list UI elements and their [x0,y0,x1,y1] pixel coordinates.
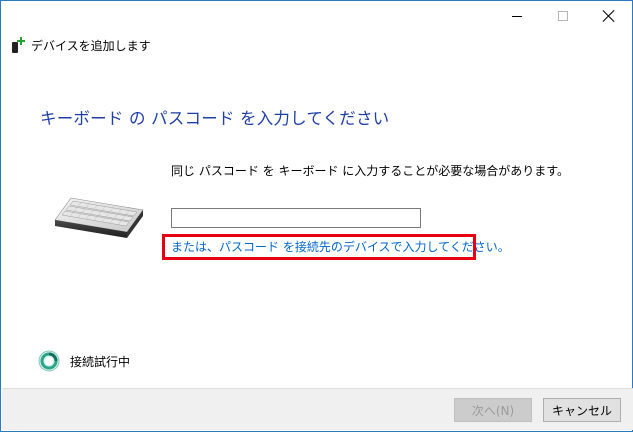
window-header: デバイスを追加します [11,36,151,54]
dialog-footer: 次へ(N) キャンセル [2,388,633,430]
close-button[interactable] [586,1,632,31]
connection-status: 接続試行中 [38,350,130,372]
page-heading: キーボード の パスコード を入力してください [40,109,390,128]
add-device-icon [11,36,25,54]
minimize-button[interactable] [494,1,540,31]
spinner-icon [38,350,60,372]
maximize-icon [558,11,568,21]
close-icon [603,10,615,22]
window-controls [494,1,632,31]
next-button[interactable]: 次へ(N) [454,398,532,422]
maximize-button[interactable] [540,1,586,31]
instruction-text: 同じ パスコード を キーボード に入力することが必要な場合があります。 [171,164,570,178]
window-title: デバイスを追加します [31,39,151,53]
keyboard-icon [54,197,144,238]
minimize-icon [512,15,522,17]
cancel-button[interactable]: キャンセル [543,398,621,422]
enter-on-device-link[interactable]: または、パスコード を接続先のデバイスで入力してください。 [171,238,510,255]
passcode-input[interactable] [171,208,421,228]
add-device-window: デバイスを追加します キーボード の パスコード を入力してください 同じ パス… [0,0,633,432]
status-text: 接続試行中 [70,354,131,369]
